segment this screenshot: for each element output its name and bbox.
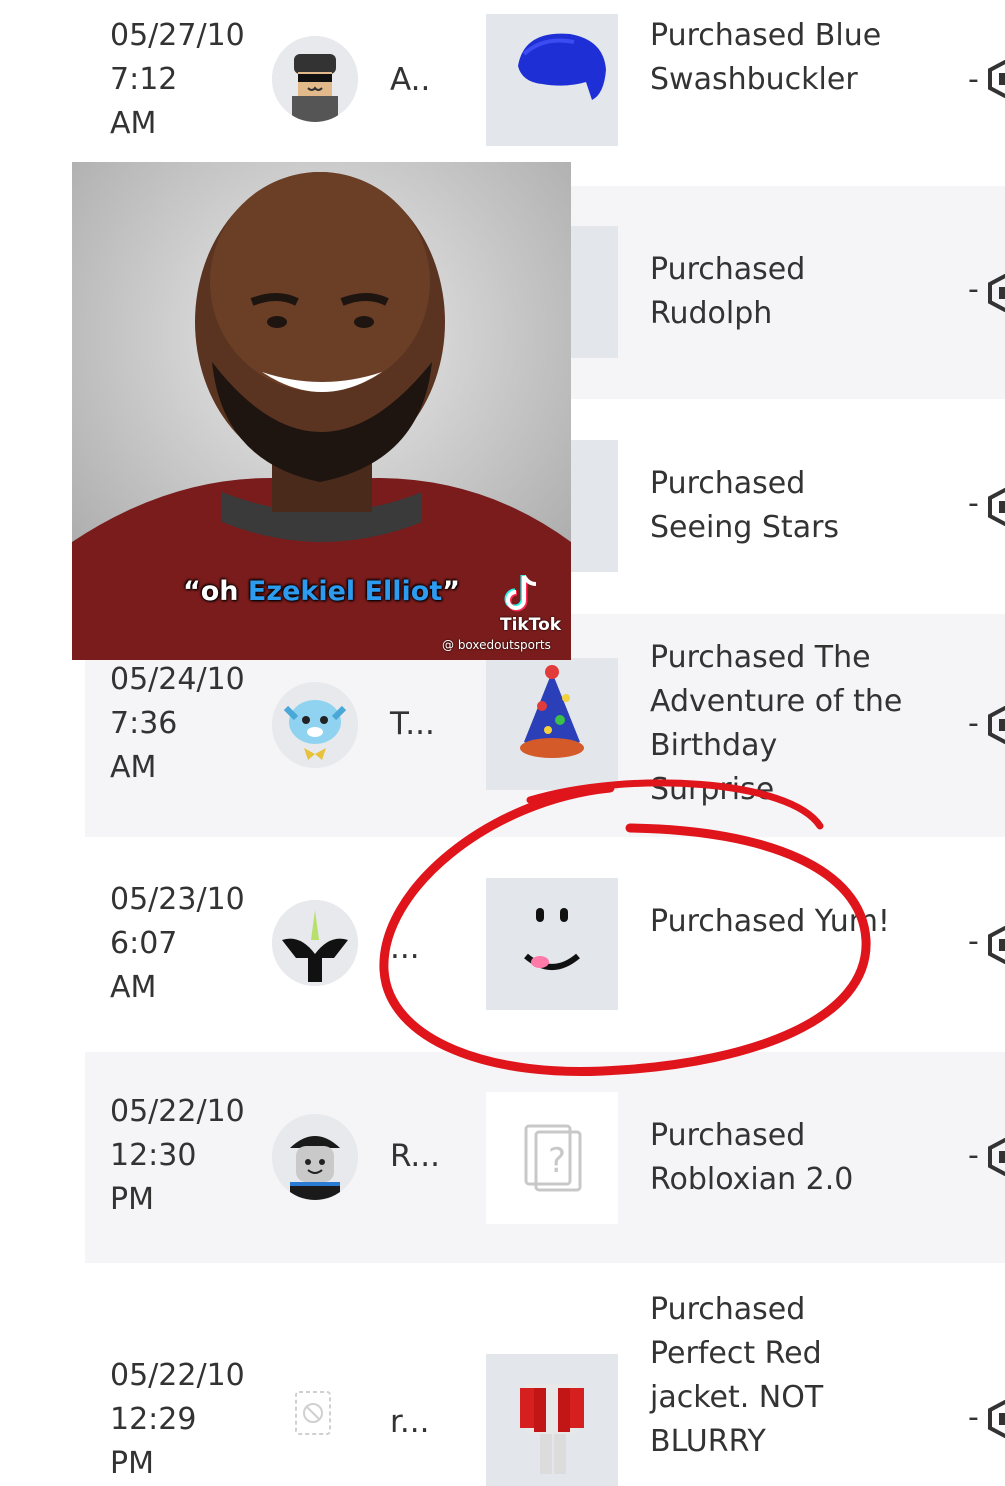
transaction-amount: - — [968, 924, 979, 959]
transaction-date: 05/27/10 7:12 AM — [110, 18, 245, 141]
video-caption: “oh Ezekiel Elliot” — [183, 576, 460, 607]
transaction-date: 05/24/10 7:36 AM — [110, 662, 245, 785]
avatar[interactable] — [272, 900, 358, 986]
username[interactable]: R... — [390, 1138, 440, 1174]
robux-icon — [988, 926, 1005, 964]
robux-icon — [988, 706, 1005, 744]
svg-text:?: ? — [548, 1141, 566, 1181]
item-thumbnail[interactable] — [486, 1354, 618, 1486]
transaction-row: 05/22/10 12:30 PM R... ? Purchased Robloxi… — [85, 1052, 1005, 1263]
robux-icon — [988, 274, 1005, 312]
reaction-image-overlay: “oh Ezekiel Elliot” TikTok @ boxedoutspo… — [72, 162, 571, 660]
item-thumbnail-placeholder[interactable]: ? — [486, 1092, 618, 1224]
robux-icon — [988, 1400, 1005, 1438]
transaction-amount: - — [968, 706, 979, 741]
avatar-placeholder[interactable] — [290, 1388, 340, 1438]
tiktok-handle: @ boxedoutsports — [442, 638, 551, 652]
robux-icon — [988, 1138, 1005, 1176]
robux-icon — [988, 488, 1005, 526]
transaction-description: Purchased Rudolph — [650, 252, 806, 331]
transaction-date: 05/22/10 12:30 PM — [110, 1094, 245, 1217]
avatar[interactable] — [272, 682, 358, 768]
transaction-description: Purchased Robloxian 2.0 — [650, 1118, 854, 1197]
transaction-description: Purchased Seeing Stars — [650, 466, 840, 545]
transaction-date: 05/23/10 6:07 AM — [110, 882, 245, 1005]
transaction-row: 05/23/10 6:07 AM ... Purchased Yum! - — [85, 838, 1005, 1051]
tiktok-logo-icon — [504, 575, 537, 612]
robux-icon — [988, 60, 1005, 98]
avatar[interactable] — [272, 36, 358, 122]
transaction-description: Purchased Blue Swashbuckler — [650, 18, 882, 97]
username[interactable]: ... — [390, 930, 420, 966]
tiktok-watermark: TikTok — [500, 615, 562, 635]
transaction-amount: - — [968, 62, 979, 97]
transaction-row: 05/27/10 7:12 AM A.. Purchased Blue Swashb… — [85, 0, 1005, 160]
username[interactable]: r... — [390, 1404, 429, 1440]
transaction-amount: - — [968, 486, 979, 521]
transaction-row: 05/22/10 12:29 PM r... Purchased Perfect R… — [85, 1264, 1005, 1486]
transaction-amount: - — [968, 1138, 979, 1173]
item-thumbnail[interactable] — [486, 658, 618, 790]
item-thumbnail[interactable] — [486, 14, 618, 146]
username[interactable]: T... — [390, 706, 435, 742]
username[interactable]: A.. — [390, 62, 430, 98]
transaction-description: Purchased The Adventure of the Birthday … — [650, 640, 903, 807]
avatar[interactable] — [272, 1114, 358, 1200]
transaction-date: 05/22/10 12:29 PM — [110, 1358, 245, 1481]
transaction-description: Purchased Perfect Red jacket. NOT BLURRY — [650, 1292, 824, 1459]
transaction-amount: - — [968, 1400, 979, 1435]
item-thumbnail[interactable] — [486, 878, 618, 1010]
transaction-description: Purchased Yum! — [650, 904, 890, 939]
transaction-amount: - — [968, 272, 979, 307]
